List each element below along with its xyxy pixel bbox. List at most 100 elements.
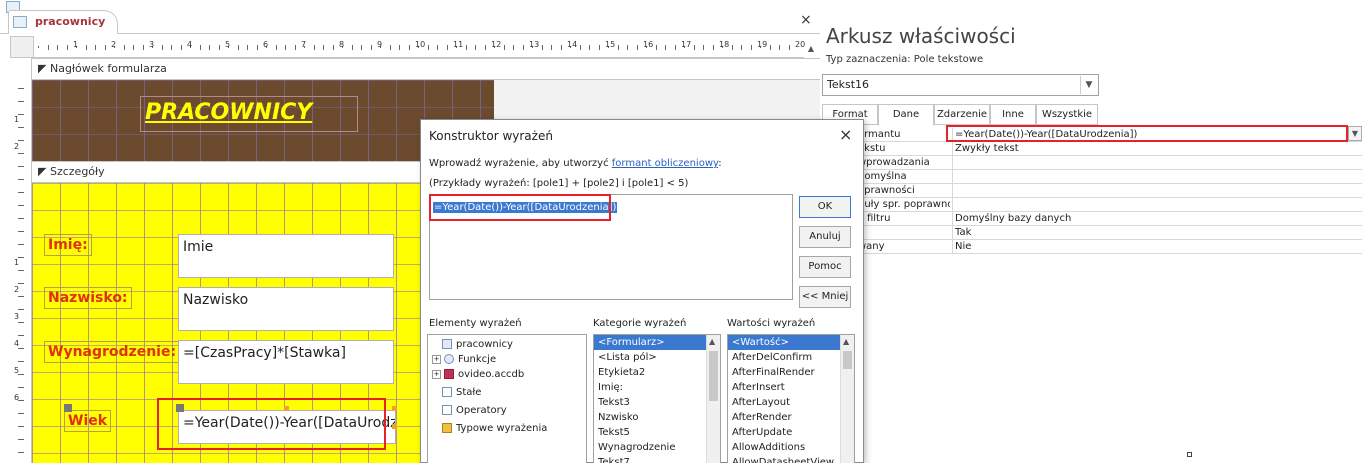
property-value[interactable]: Nie (952, 240, 1362, 254)
textbox-imie[interactable]: Imie (178, 234, 394, 278)
resize-grip-icon[interactable] (1187, 452, 1192, 457)
scrollbar-thumb[interactable] (709, 351, 718, 401)
list-item[interactable]: Tekst7 (594, 455, 720, 463)
list-item[interactable]: AfterDelConfirm (728, 350, 854, 365)
label-wiek[interactable]: Wiek (64, 410, 112, 432)
list-item[interactable]: <Formularz> (594, 335, 720, 350)
elements-tree[interactable]: pracownicy + Funkcje + ovideo.accdb Stałe … (427, 334, 587, 463)
close-icon[interactable]: × (839, 125, 852, 144)
values-list[interactable]: <Wartość> AfterDelConfirm AfterFinalRend… (727, 334, 855, 463)
list-item[interactable]: Wynagrodzenie (594, 440, 720, 455)
help-button[interactable]: Pomoc (799, 256, 851, 278)
property-value[interactable] (952, 184, 1362, 198)
list-item[interactable]: <Wartość> (728, 335, 854, 350)
ruler-number: 3 (14, 312, 20, 321)
textbox-nazwisko[interactable]: Nazwisko (178, 287, 394, 331)
list-item[interactable]: AfterLayout (728, 395, 854, 410)
property-row[interactable]: k filtru Domyślny bazy danych (850, 212, 1362, 226)
list-item[interactable]: AfterRender (728, 410, 854, 425)
ruler-tick (18, 400, 24, 401)
tree-item-operatory[interactable]: Operatory (442, 405, 507, 416)
property-row[interactable]: guły spr. poprawnc (850, 198, 1362, 212)
expand-icon[interactable]: + (432, 369, 441, 379)
ruler-number: 7 (301, 40, 307, 49)
label-wynagrodzenie[interactable]: Wynagrodzenie: (44, 341, 181, 363)
cancel-button[interactable]: Anuluj (799, 226, 851, 248)
ruler-tick (18, 296, 24, 297)
property-value[interactable] (952, 156, 1362, 170)
chevron-down-icon[interactable]: ▼ (1348, 126, 1362, 141)
tab-pracownicy[interactable]: pracownicy (8, 10, 118, 34)
resize-handle[interactable] (392, 424, 397, 429)
property-row[interactable]: oprawności (850, 184, 1362, 198)
selected-control-combo[interactable]: Tekst16 (822, 74, 1099, 96)
scrollbar[interactable]: ▲ (706, 335, 720, 463)
calculated-control-link[interactable]: formant obliczeniowy (612, 158, 718, 169)
scroll-up-icon[interactable]: ▲ (804, 44, 818, 58)
property-value[interactable]: Domyślny bazy danych (952, 212, 1362, 226)
tab-inne[interactable]: Inne (990, 104, 1036, 125)
list-item[interactable]: Nzwisko (594, 410, 720, 425)
property-row[interactable]: wany Nie (850, 240, 1362, 254)
function-icon (444, 354, 454, 364)
scroll-up-icon[interactable]: ▲ (709, 337, 715, 346)
textbox-wynagrodzenie[interactable]: =[CzasPracy]*[Stawka] (178, 340, 394, 384)
move-handle[interactable] (176, 404, 184, 412)
property-row[interactable]: ekstu Zwykły tekst (850, 142, 1362, 156)
tab-zdarzenie[interactable]: Zdarzenie (934, 104, 990, 125)
list-item[interactable]: Imię: (594, 380, 720, 395)
document-tab-bar (0, 0, 820, 34)
section-details-bar[interactable]: ◤ Szczegóły (32, 161, 422, 183)
tree-item-funkcje[interactable]: + Funkcje (432, 354, 496, 365)
label-nazwisko[interactable]: Nazwisko: (44, 287, 132, 309)
property-row[interactable]: wprowadzania (850, 156, 1362, 170)
ruler-tick (57, 45, 58, 50)
ruler-tick (294, 45, 296, 50)
tree-item-database[interactable]: + ovideo.accdb (432, 369, 524, 380)
list-item[interactable]: Tekst3 (594, 395, 720, 410)
ruler-tick (665, 45, 666, 50)
property-row[interactable]: yTak (850, 226, 1362, 240)
chevron-down-icon[interactable]: ▼ (1080, 76, 1097, 94)
ruler-tick (285, 45, 286, 50)
tab-dane[interactable]: Dane (878, 104, 934, 126)
scrollbar-thumb[interactable] (843, 351, 852, 369)
label-imie[interactable]: Imię: (44, 234, 92, 256)
ruler-corner[interactable] (10, 36, 34, 58)
ruler-tick (712, 45, 714, 50)
ruler-tick (18, 114, 24, 115)
ok-button[interactable]: OK (799, 196, 851, 218)
property-value[interactable] (952, 198, 1362, 212)
list-item[interactable]: Etykieta2 (594, 365, 720, 380)
resize-handle[interactable] (284, 406, 289, 411)
property-value[interactable] (952, 170, 1362, 184)
less-button[interactable]: << Mniej (799, 286, 851, 308)
categories-list[interactable]: <Formularz> <Lista pól> Etykieta2 Imię: … (593, 334, 721, 463)
list-item[interactable]: AfterUpdate (728, 425, 854, 440)
property-name: ekstu (858, 143, 886, 154)
scroll-up-icon[interactable]: ▲ (843, 337, 849, 346)
tree-item-stale[interactable]: Stałe (442, 387, 481, 398)
property-value[interactable]: Tak (952, 226, 1362, 240)
resize-handle[interactable] (392, 406, 397, 411)
ruler-number: 11 (453, 40, 464, 49)
expand-icon[interactable]: + (432, 354, 441, 364)
list-item[interactable]: <Lista pól> (594, 350, 720, 365)
close-tab-icon[interactable]: × (800, 12, 812, 28)
tree-item-pracownicy[interactable]: pracownicy (442, 339, 513, 350)
scrollbar[interactable]: ▲ (840, 335, 854, 463)
tree-item-typowe[interactable]: Typowe wyrażenia (442, 423, 547, 434)
list-item[interactable]: AllowAdditions (728, 440, 854, 455)
section-header-bar[interactable]: ◤ Nagłówek formularza (32, 58, 820, 80)
ruler-number: 4 (14, 339, 20, 348)
tree-label: pracownicy (456, 339, 513, 350)
list-item[interactable]: Tekst5 (594, 425, 720, 440)
property-value[interactable]: Zwykły tekst (952, 142, 1362, 156)
list-item[interactable]: AllowDatasheetView (728, 455, 854, 463)
tab-wszystkie[interactable]: Wszystkie (1036, 104, 1098, 125)
property-row[interactable]: domyślna (850, 170, 1362, 184)
move-handle[interactable] (64, 404, 72, 412)
list-item[interactable]: AfterInsert (728, 380, 854, 395)
list-item[interactable]: AfterFinalRender (728, 365, 854, 380)
ruler-tick (541, 45, 543, 50)
